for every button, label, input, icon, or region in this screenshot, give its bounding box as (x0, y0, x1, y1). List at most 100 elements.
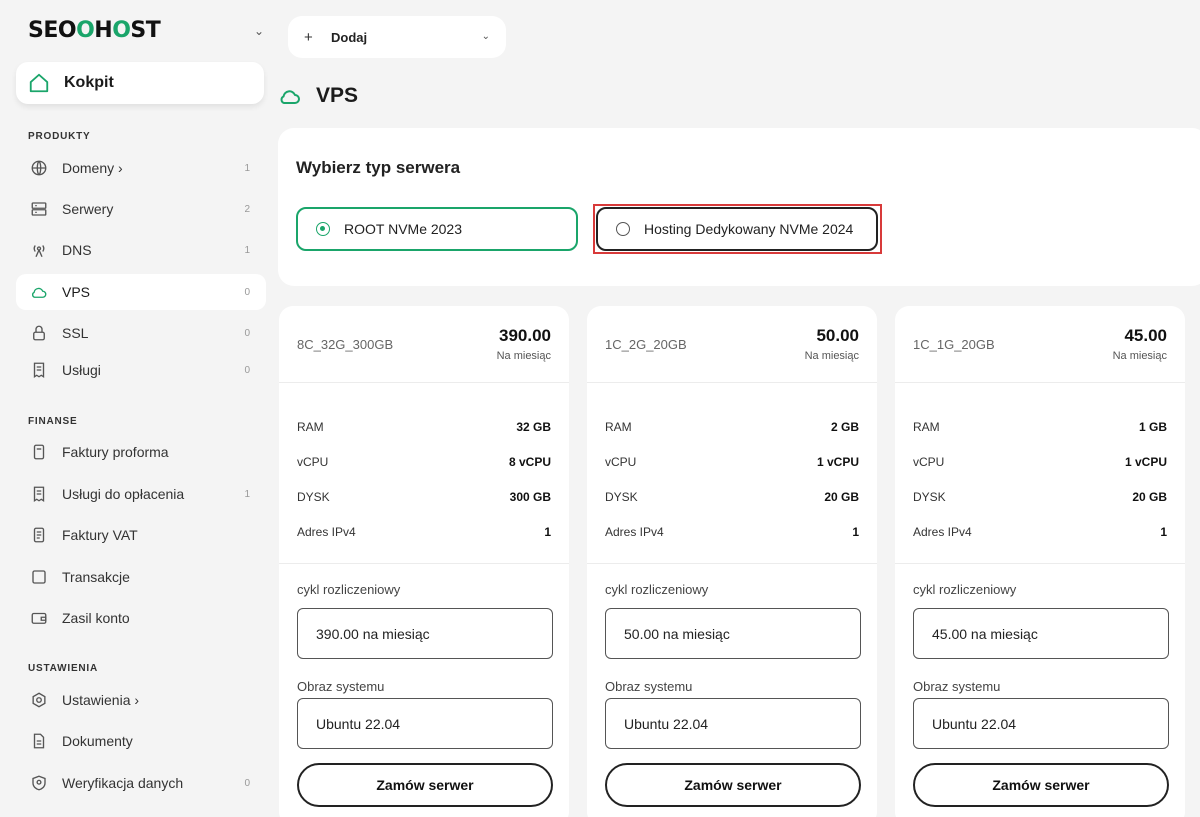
chevron-down-icon[interactable]: ⌄ (254, 24, 264, 38)
spec-key: Adres IPv4 (297, 525, 356, 539)
chevron-down-icon: ⌄ (481, 31, 490, 42)
spec-row-vcpu: vCPU 1 vCPU (913, 455, 1167, 471)
spec-key: RAM (297, 420, 324, 434)
sidebar-item-label: Serwery (62, 201, 114, 217)
sidebar-item-kokpit[interactable]: Kokpit (16, 62, 264, 104)
add-dropdown[interactable]: + Dodaj ⌄ (288, 16, 506, 58)
order-server-button[interactable]: Zamów serwer (913, 763, 1169, 807)
sidebar-item-label: SSL (62, 325, 89, 341)
spec-value: 2 GB (830, 420, 859, 434)
page-title: VPS (278, 84, 358, 108)
plan-header: 8C_32G_300GB 390.00 Na miesiąc (279, 306, 569, 383)
sidebar-item-label: Usługi do opłacenia (62, 486, 185, 502)
os-image-select[interactable]: Ubuntu 22.04 (605, 698, 861, 749)
server-type-card: Wybierz typ serwera ROOT NVMe 2023 Hosti… (278, 128, 1200, 286)
sidebar-item-weryfikacja-danych[interactable]: Weryfikacja danych 0 (16, 765, 266, 801)
sidebar-item-label: Faktury proforma (62, 444, 169, 460)
spec-value: 20 GB (1132, 490, 1167, 504)
spec-value: 1 (1160, 525, 1167, 539)
spec-value: 1 vCPU (816, 455, 859, 469)
globe-icon (31, 160, 47, 176)
spec-row-vcpu: vCPU 8 vCPU (297, 455, 551, 471)
page-title-text: VPS (316, 84, 359, 107)
billing-cycle-label: cykl rozliczeniowy (297, 582, 401, 597)
receipt-icon (33, 362, 45, 379)
os-image-select[interactable]: Ubuntu 22.04 (913, 698, 1169, 749)
plan-header: 1C_2G_20GB 50.00 Na miesiąc (587, 306, 877, 383)
sidebar-item-label: Transakcje (62, 569, 130, 585)
sidebar-item-serwery[interactable]: Serwery 2 (16, 191, 266, 227)
radio-selected-icon (316, 222, 330, 236)
count-badge: 0 (244, 777, 250, 789)
brand-switcher[interactable]: SEOOHOST ⌄ (28, 18, 268, 46)
section-title-settings: USTAWIENIA (28, 663, 99, 674)
os-image-label: Obraz systemu (913, 679, 1001, 694)
sidebar-item-uslugi-do-oplacenia[interactable]: Usługi do opłacenia 1 (16, 476, 266, 512)
sidebar-item-zasil-konto[interactable]: Zasil konto (16, 600, 266, 636)
server-type-option-root-nvme-2023[interactable]: ROOT NVMe 2023 (296, 207, 578, 251)
logo: SEOOHOST (28, 18, 161, 43)
sidebar-item-domeny[interactable]: Domeny › 1 (16, 150, 266, 186)
sidebar-item-label: Faktury VAT (62, 527, 138, 543)
plan-specs: RAM 32 GB vCPU 8 vCPU DYSK 300 GB Adres IPv… (279, 383, 569, 564)
sidebar-item-ssl[interactable]: SSL 0 (16, 315, 266, 351)
os-image-select[interactable]: Ubuntu 22.04 (297, 698, 553, 749)
plan-card: 8C_32G_300GB 390.00 Na miesiąc RAM 32 GB … (279, 306, 569, 817)
sidebar-item-vps[interactable]: VPS 0 (16, 274, 266, 310)
shield-icon (32, 775, 46, 791)
plan-name: 8C_32G_300GB (297, 337, 394, 352)
plan-price-period: Na miesiąc (496, 350, 551, 362)
billing-cycle-select[interactable]: 50.00 na miesiąc (605, 608, 861, 659)
sidebar-item-dokumenty[interactable]: Dokumenty (16, 723, 266, 759)
count-badge: 0 (244, 327, 250, 339)
sidebar-item-label: Usługi (62, 362, 101, 378)
spec-key: RAM (913, 420, 940, 434)
antenna-icon (33, 245, 45, 258)
plan-price: 50.00 (816, 326, 859, 345)
billing-cycle-select[interactable]: 390.00 na miesiąc (297, 608, 553, 659)
order-server-button[interactable]: Zamów serwer (605, 763, 861, 807)
spec-row-ram: RAM 32 GB (297, 420, 551, 436)
spec-key: Adres IPv4 (913, 525, 972, 539)
count-badge: 1 (244, 244, 250, 256)
spec-value: 1 vCPU (1124, 455, 1167, 469)
spec-row-ipv4: Adres IPv4 1 (297, 525, 551, 541)
sidebar-item-label: Dokumenty (62, 733, 133, 749)
cloud-icon (32, 287, 47, 298)
count-badge: 1 (244, 488, 250, 500)
spec-key: vCPU (913, 455, 945, 469)
plan-price-period: Na miesiąc (804, 350, 859, 362)
sidebar-item-faktury-vat[interactable]: Faktury VAT (16, 517, 266, 553)
section-title-products: PRODUKTY (28, 131, 91, 142)
billing-cycle-select[interactable]: 45.00 na miesiąc (913, 608, 1169, 659)
count-badge: 0 (244, 286, 250, 298)
sidebar-item-transakcje[interactable]: Transakcje (16, 559, 266, 595)
sidebar-item-label: Weryfikacja danych (62, 775, 184, 791)
server-type-option-label: ROOT NVMe 2023 (344, 221, 463, 237)
sidebar-item-label: DNS (62, 242, 92, 258)
sidebar-item-label: VPS (62, 284, 91, 300)
spec-row-ram: RAM 1 GB (913, 420, 1167, 436)
order-server-button[interactable]: Zamów serwer (297, 763, 553, 807)
billing-cycle-label: cykl rozliczeniowy (913, 582, 1017, 597)
spec-row-ipv4: Adres IPv4 1 (605, 525, 859, 541)
spec-value: 20 GB (824, 490, 859, 504)
billing-cycle-label: cykl rozliczeniowy (605, 582, 709, 597)
plan-header: 1C_1G_20GB 45.00 Na miesiąc (895, 306, 1185, 383)
home-icon (29, 73, 49, 93)
spec-key: DYSK (605, 490, 638, 504)
grid-icon (32, 570, 46, 584)
document-icon (33, 527, 45, 543)
sidebar-item-dns[interactable]: DNS 1 (16, 232, 266, 268)
plan-specs: RAM 1 GB vCPU 1 vCPU DYSK 20 GB Adres IPv4 1 (895, 383, 1185, 564)
os-image-label: Obraz systemu (605, 679, 693, 694)
spec-row-disk: DYSK 20 GB (913, 490, 1167, 506)
count-badge: 0 (244, 364, 250, 376)
plan-name: 1C_2G_20GB (605, 337, 687, 352)
spec-key: DYSK (913, 490, 946, 504)
file-icon (33, 733, 45, 749)
sidebar-item-ustawienia[interactable]: Ustawienia › (16, 682, 266, 718)
plan-price: 390.00 (499, 326, 551, 345)
sidebar-item-uslugi[interactable]: Usługi 0 (16, 352, 266, 388)
sidebar-item-faktury-proforma[interactable]: Faktury proforma (16, 434, 266, 470)
